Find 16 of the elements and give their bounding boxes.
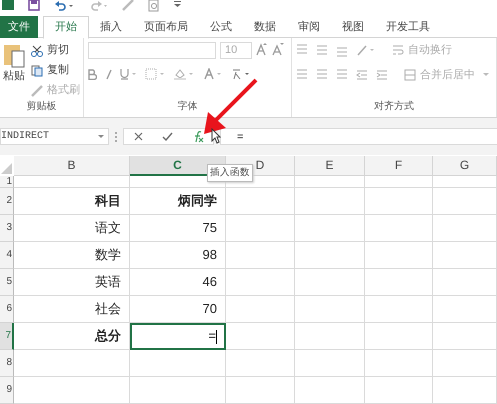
- name-box-value: INDIRECT: [1, 130, 50, 144]
- table-cell: 语文: [14, 215, 130, 242]
- table-cell: 英语: [14, 269, 130, 296]
- group-label: 剪贴板: [26, 100, 58, 114]
- table-cell: 社会: [14, 296, 130, 323]
- table-cell: 75: [130, 215, 226, 242]
- table-cell: 科目: [14, 188, 130, 215]
- group-label: 字体: [176, 100, 198, 114]
- table-cell: 数学: [14, 242, 130, 269]
- table-cell: 46: [130, 269, 226, 296]
- table-cell: 炳同学: [130, 188, 226, 215]
- table-cell: 98: [130, 242, 226, 269]
- table-cell: 总分: [14, 323, 130, 350]
- table-cell: 70: [130, 296, 226, 323]
- group-label: 对齐方式: [373, 100, 415, 114]
- tooltip: 插入函数: [207, 164, 253, 182]
